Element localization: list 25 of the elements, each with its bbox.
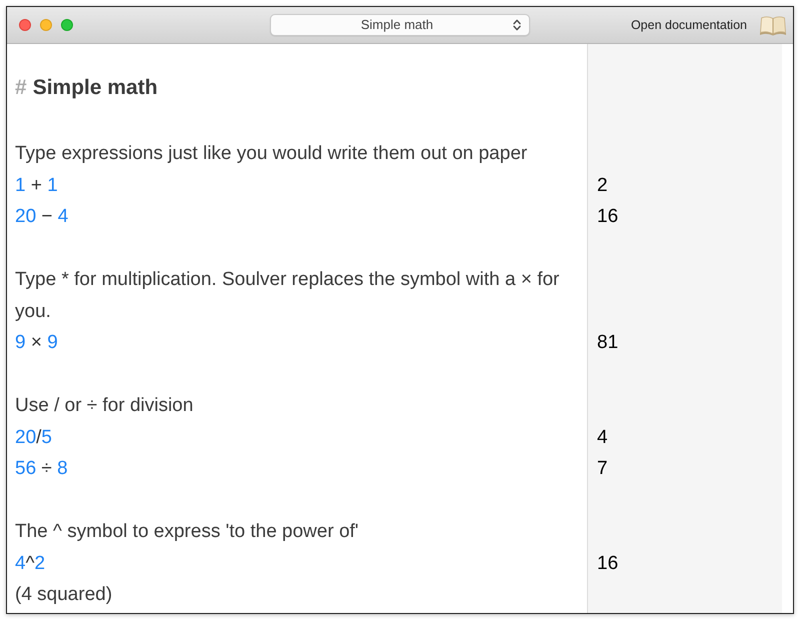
- expression-line: 9 × 9: [14, 331, 59, 355]
- comment-text: (4 squared): [14, 583, 114, 607]
- comment-text: Use / or ÷ for division: [14, 394, 194, 418]
- expression-line: 56 ÷ 8: [14, 457, 69, 481]
- expression-line: 20 − 4: [14, 205, 70, 229]
- expression-line: 20/5: [14, 426, 53, 450]
- open-book-icon: [759, 14, 787, 36]
- minimize-button[interactable]: [40, 19, 52, 31]
- close-button[interactable]: [19, 19, 31, 31]
- zoom-button[interactable]: [61, 19, 73, 31]
- result-value: 4: [596, 426, 609, 450]
- expression-line: 1 + 1: [14, 174, 59, 198]
- result-value: 16: [596, 552, 620, 576]
- result-value: 7: [596, 457, 609, 481]
- comment-text: The ^ symbol to express 'to the power of': [14, 520, 360, 544]
- open-documentation-button[interactable]: Open documentation: [630, 14, 787, 36]
- result-value: 16: [596, 205, 620, 229]
- result-value: 2: [596, 174, 609, 198]
- comment-text: Type * for multiplication. Soulver replaces the symbol with a × for you.: [14, 268, 560, 324]
- expression-line: 4^2: [14, 552, 46, 576]
- document-picker[interactable]: Simple math: [270, 14, 530, 36]
- up-down-chevron-icon: [513, 19, 521, 31]
- comment-text: Type expressions just like you would write them out on paper: [14, 142, 528, 166]
- document-heading: # Simple math: [14, 75, 159, 101]
- result-value: 81: [596, 331, 620, 355]
